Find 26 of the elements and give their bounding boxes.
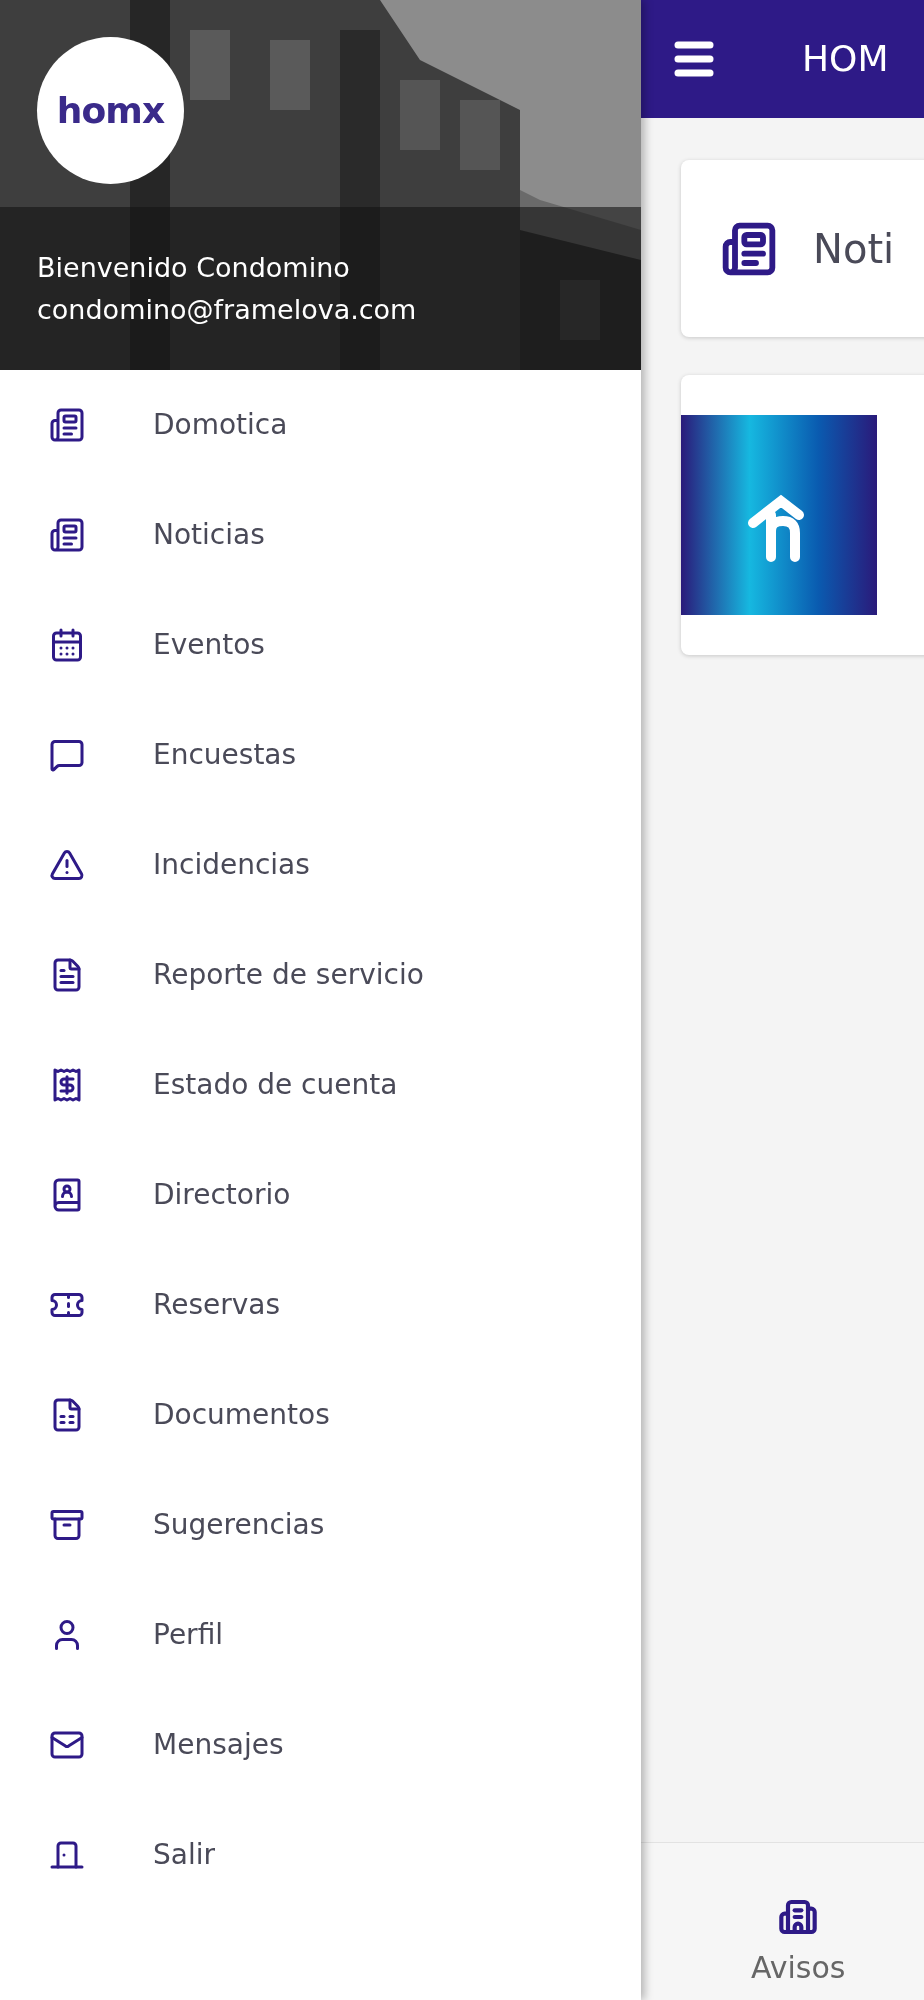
- newspaper-icon: [721, 220, 777, 277]
- menu-item[interactable]: Sugerencias: [0, 1470, 641, 1580]
- menu-item[interactable]: Mensajes: [0, 1690, 641, 1800]
- building-icon: [778, 1897, 819, 1937]
- email-text: condomino@framelova.com: [37, 292, 418, 327]
- warning-icon: [48, 847, 85, 883]
- menu-item[interactable]: Directorio: [0, 1140, 641, 1250]
- menu-item[interactable]: Encuestas: [0, 700, 641, 810]
- menu-item[interactable]: Reservas: [0, 1250, 641, 1360]
- newspaper-icon: [48, 407, 85, 443]
- menu-item[interactable]: Reporte de servicio: [0, 920, 641, 1030]
- menu-item[interactable]: Eventos: [0, 590, 641, 700]
- menu-item[interactable]: Incidencias: [0, 810, 641, 920]
- menu-item[interactable]: Documentos: [0, 1360, 641, 1470]
- welcome-text: Bienvenido Condomino: [37, 250, 351, 285]
- bottom-tab[interactable]: Avisos: [751, 1897, 846, 1990]
- chat-icon: [48, 737, 85, 773]
- archive-icon: [48, 1507, 85, 1543]
- section-title: Noti: [813, 224, 895, 274]
- app-title: HOM: [802, 37, 889, 81]
- newspaper-icon: [48, 517, 85, 553]
- menu-item[interactable]: Salir: [0, 1800, 641, 1910]
- menu-item[interactable]: Noticias: [0, 480, 641, 590]
- menu-item[interactable]: Domotica: [0, 370, 641, 480]
- menu-item[interactable]: Perfil: [0, 1580, 641, 1690]
- menu-item[interactable]: Estado de cuenta: [0, 1030, 641, 1140]
